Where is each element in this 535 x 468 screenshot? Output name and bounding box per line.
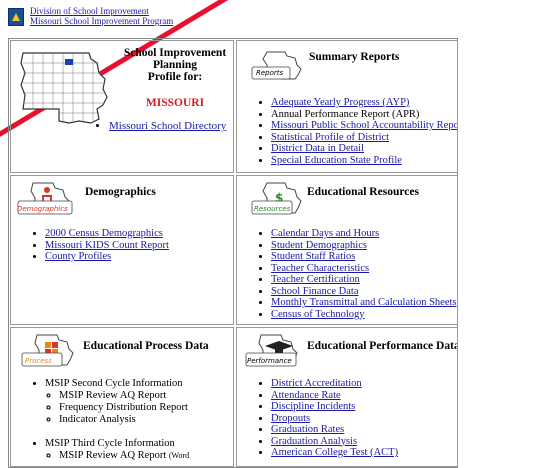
profile-cell: School Improvement Planning Profile for:… <box>10 40 234 173</box>
list-item: American College Test (ACT) <box>271 447 398 459</box>
summary-reports-cell: Reports Summary Reports Adequate Yearly … <box>236 40 458 173</box>
school-directory-link[interactable]: Missouri School Directory <box>109 120 226 132</box>
list-item: Graduation Analysis <box>271 436 398 448</box>
report-link[interactable]: 2000 Census Demographics <box>45 228 163 239</box>
report-link[interactable]: Census of Technology <box>271 309 365 320</box>
second-cycle-label: MSIP Second Cycle Information <box>45 378 183 389</box>
report-link[interactable]: District Data in Detail <box>271 143 364 154</box>
list-item: Special Education State Profile <box>271 155 457 167</box>
list-item: County Profiles <box>45 251 169 263</box>
list-item: School Finance Data <box>271 286 457 298</box>
third-cycle-label: MSIP Third Cycle Information <box>45 438 175 449</box>
report-link[interactable]: County Profiles <box>45 251 111 262</box>
report-link[interactable]: Graduation Rates <box>271 424 344 435</box>
list-item: Indicator Analysis <box>59 414 189 426</box>
report-link[interactable]: Student Staff Ratios <box>271 251 355 262</box>
list-item: Graduation Rates <box>271 424 398 436</box>
report-link[interactable]: Monthly Transmittal and Calculation Shee… <box>271 297 457 308</box>
list-item: District Data in Detail <box>271 143 457 155</box>
report-link[interactable]: District Accreditation <box>271 378 362 389</box>
msip-review-aq-report: MSIP Review AQ Report <box>59 390 167 401</box>
list-item: Student Staff Ratios <box>271 251 457 263</box>
report-text: Annual Performance Report (APR) <box>271 108 420 120</box>
report-link[interactable]: Missouri Public School Accountability Re… <box>271 120 457 131</box>
list-item: Missouri Public School Accountability Re… <box>271 120 457 132</box>
report-link[interactable]: Adequate Yearly Progress (AYP) <box>271 97 409 108</box>
report-link[interactable]: Special Education State Profile <box>271 155 402 166</box>
third-cycle-item: MSIP Third Cycle Information MSIP Review… <box>45 438 189 462</box>
list-item: Statistical Profile of District <box>271 132 457 144</box>
report-link[interactable]: Graduation Analysis <box>271 436 357 447</box>
list-item: 2000 Census Demographics <box>45 228 169 240</box>
demographics-cell: Demographics Demographics 2000 Census De… <box>10 175 234 325</box>
profile-grid: School Improvement Planning Profile for:… <box>8 38 458 468</box>
summary-reports-title: Summary Reports <box>309 51 400 63</box>
profile-heading: School Improvement Planning Profile for: <box>115 47 233 83</box>
resources-list: Calendar Days and HoursStudent Demograph… <box>257 228 457 320</box>
list-item: Calendar Days and Hours <box>271 228 457 240</box>
frequency-distribution-report: Frequency Distribution Report <box>59 402 188 413</box>
second-cycle-sublist: MSIP Review AQ Report Frequency Distribu… <box>45 390 189 426</box>
performance-list: District AccreditationAttendance RateDis… <box>257 378 398 459</box>
list-item: Missouri School Directory <box>109 120 226 133</box>
report-link[interactable]: Calendar Days and Hours <box>271 228 379 239</box>
division-link[interactable]: Division of School Improvement <box>30 6 149 16</box>
summary-reports-list: Adequate Yearly Progress (AYP)Annual Per… <box>257 97 457 167</box>
report-link[interactable]: Teacher Characteristics <box>271 263 369 274</box>
missouri-map-icon <box>20 52 108 124</box>
third-cycle-sublist: MSIP Review AQ Report (Word <box>45 450 189 462</box>
list-item: MSIP Review AQ Report (Word <box>59 450 189 462</box>
performance-title: Educational Performance Data <box>307 340 458 352</box>
process-cell: Process Educational Process Data MSIP Se… <box>10 327 234 467</box>
report-link[interactable]: Discipline Incidents <box>271 401 355 412</box>
resources-icon-label: Resources <box>254 205 291 213</box>
report-link[interactable]: Statistical Profile of District <box>271 132 389 143</box>
report-link[interactable]: School Finance Data <box>271 286 358 297</box>
list-item: MSIP Review AQ Report <box>59 390 189 402</box>
list-item: Frequency Distribution Report <box>59 402 189 414</box>
resources-cell: $ Resources Educational Resources Calend… <box>236 175 458 325</box>
process-title: Educational Process Data <box>83 340 209 352</box>
list-item: Missouri KIDS Count Report <box>45 240 169 252</box>
report-link[interactable]: Teacher Certification <box>271 274 360 285</box>
dese-logo-icon <box>8 8 24 26</box>
demographics-list: 2000 Census DemographicsMissouri KIDS Co… <box>31 228 169 263</box>
resources-title: Educational Resources <box>307 186 419 198</box>
list-item: District Accreditation <box>271 378 398 390</box>
process-icon-label: Process <box>25 357 52 365</box>
performance-icon-label: Performance <box>247 357 292 365</box>
reports-icon-label: Reports <box>256 69 284 77</box>
second-cycle-item: MSIP Second Cycle Information MSIP Revie… <box>45 378 189 426</box>
performance-cell: Performance Educational Performance Data… <box>236 327 458 467</box>
report-link[interactable]: Missouri KIDS Count Report <box>45 240 169 251</box>
list-item: Teacher Characteristics <box>271 263 457 275</box>
list-item: Monthly Transmittal and Calculation Shee… <box>271 297 457 309</box>
state-name: MISSOURI <box>145 97 205 109</box>
profile-line-3: Profile for: <box>147 71 203 83</box>
list-item: Annual Performance Report (APR) <box>271 108 457 121</box>
list-item: Discipline Incidents <box>271 401 398 413</box>
list-item: Attendance Rate <box>271 390 398 402</box>
report-link[interactable]: Student Demographics <box>271 240 367 251</box>
profile-line-2: Planning <box>152 59 198 71</box>
report-link[interactable]: American College Test (ACT) <box>271 447 398 458</box>
list-item: Census of Technology <box>271 309 457 321</box>
profile-line-1: School Improvement <box>123 47 227 59</box>
directory-list: Missouri School Directory <box>95 120 226 133</box>
list-item: Teacher Certification <box>271 274 457 286</box>
indicator-analysis: Indicator Analysis <box>59 414 136 425</box>
header-links: Division of School Improvement Missouri … <box>30 6 173 26</box>
msip-review-aq-report-third: MSIP Review AQ Report <box>59 450 167 461</box>
word-note: (Word <box>168 451 190 460</box>
report-link[interactable]: Dropouts <box>271 413 310 424</box>
demographics-icon-label: Demographics <box>17 205 68 213</box>
process-list: MSIP Second Cycle Information MSIP Revie… <box>31 378 189 462</box>
list-item: Adequate Yearly Progress (AYP) <box>271 97 457 109</box>
report-link[interactable]: Attendance Rate <box>271 390 341 401</box>
demographics-title: Demographics <box>85 186 156 198</box>
list-item: Student Demographics <box>271 240 457 252</box>
list-item: Dropouts <box>271 413 398 425</box>
msip-link[interactable]: Missouri School Improvement Program <box>30 16 173 26</box>
